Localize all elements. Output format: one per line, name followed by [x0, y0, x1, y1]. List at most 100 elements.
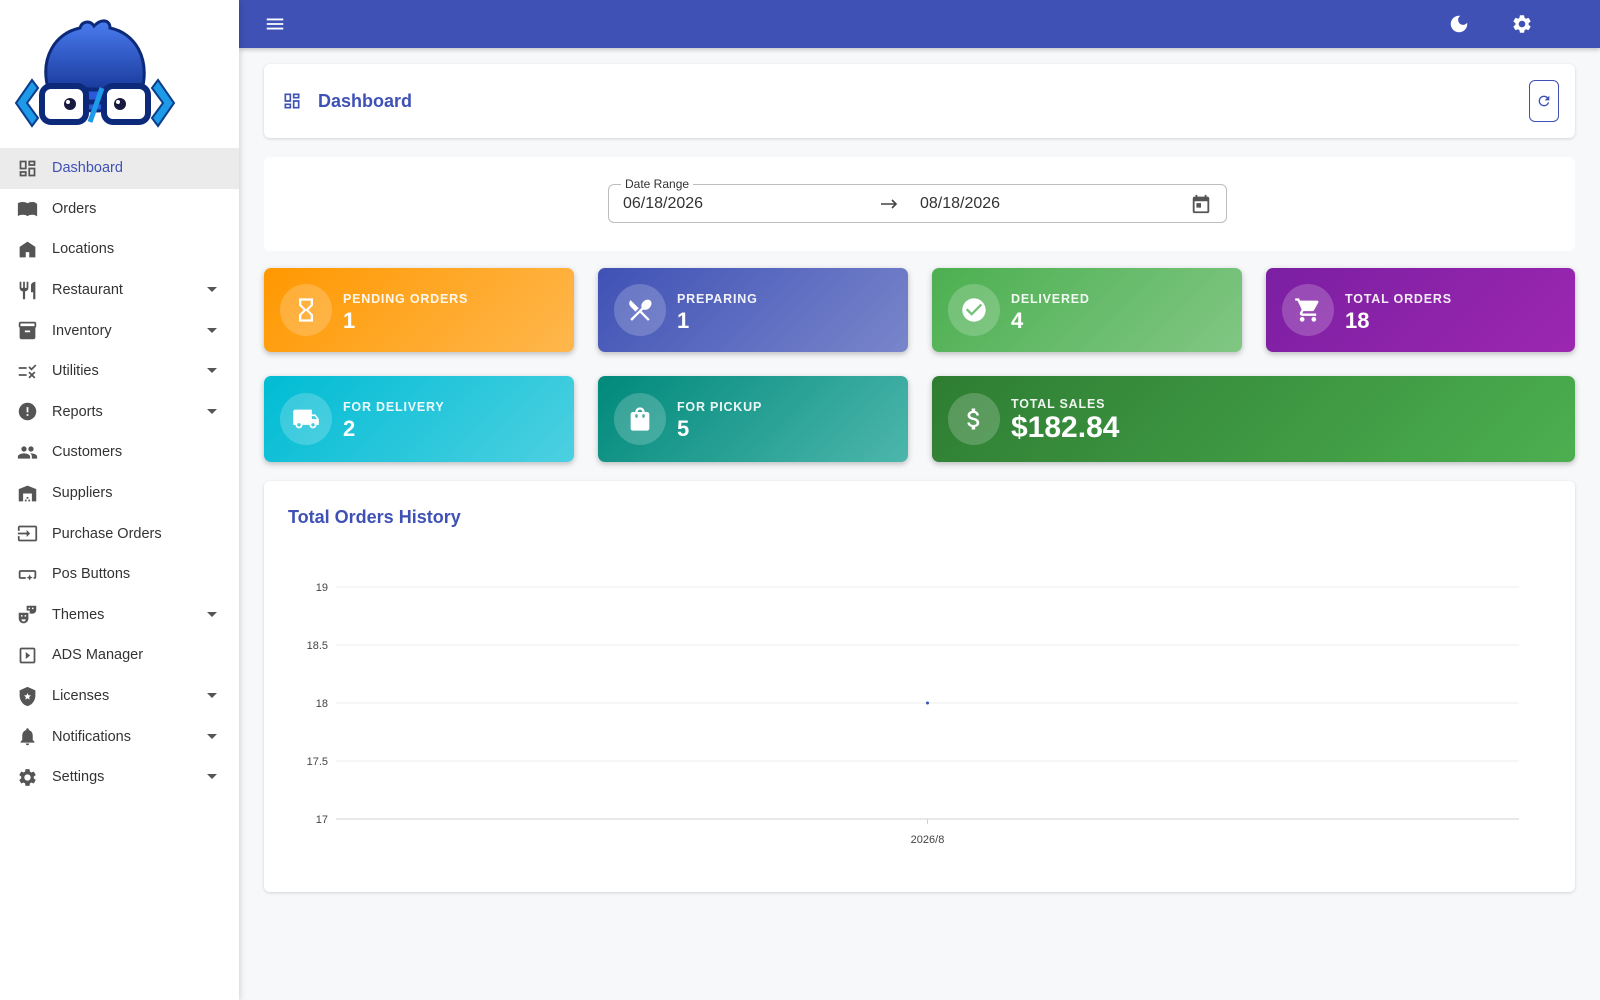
y-tick-label: 17 [316, 814, 328, 826]
dashboard-icon [282, 90, 304, 112]
stat-value: 18 [1345, 308, 1370, 333]
chart-data-point[interactable] [926, 701, 929, 705]
refresh-button[interactable] [1529, 80, 1559, 122]
sidebar-item-utilities[interactable]: Utilities [0, 351, 239, 392]
restaurant-icon [16, 279, 38, 301]
slideshow-icon [16, 644, 38, 666]
date-range-picker[interactable]: Date Range 06/18/2026 08/18/2026 [608, 177, 1227, 223]
rule-icon [16, 360, 38, 382]
end-date-input[interactable]: 08/18/2026 [920, 195, 1000, 213]
sidebar-item-notifications[interactable]: Notifications [0, 716, 239, 757]
check-circle-icon [948, 284, 1000, 336]
inventory-icon [16, 320, 38, 342]
sidebar-item-pos-buttons[interactable]: Pos Buttons [0, 554, 239, 595]
hamburger-menu-icon[interactable] [263, 12, 287, 36]
sidebar-item-ads-manager[interactable]: ADS Manager [0, 635, 239, 676]
warehouse-icon [16, 482, 38, 504]
sidebar-item-orders[interactable]: Orders [0, 189, 239, 230]
mascot-logo-icon [14, 19, 176, 128]
chevron-down-icon[interactable] [207, 287, 217, 293]
start-date-input[interactable]: 06/18/2026 [623, 195, 703, 213]
smart-button-icon [16, 563, 38, 585]
sidebar-item-label: Pos Buttons [52, 566, 131, 583]
y-tick-label: 18.5 [307, 640, 328, 652]
hourglass-icon [280, 284, 332, 336]
sidebar-item-label: Purchase Orders [52, 525, 162, 542]
truck-icon [280, 393, 332, 445]
theater-masks-icon [16, 604, 38, 626]
chevron-down-icon[interactable] [207, 368, 217, 374]
dashboard-icon [16, 157, 38, 179]
stat-label: Total Sales [1011, 397, 1106, 411]
sidebar-item-inventory[interactable]: Inventory [0, 310, 239, 351]
calendar-icon[interactable] [1190, 193, 1212, 215]
sidebar-item-themes[interactable]: Themes [0, 595, 239, 636]
sidebar-item-customers[interactable]: Customers [0, 432, 239, 473]
chevron-down-icon[interactable] [207, 693, 217, 699]
sidebar-item-dashboard[interactable]: Dashboard [0, 148, 239, 189]
sidebar-item-label: Dashboard [52, 160, 123, 177]
stat-card-total-sales[interactable]: Total Sales $182.84 [932, 376, 1575, 462]
sidebar-item-label: Licenses [52, 688, 110, 705]
app-logo[interactable] [0, 0, 239, 148]
sidebar-item-label: Restaurant [52, 282, 123, 299]
stat-value: $182.84 [1011, 411, 1120, 444]
page-title: Dashboard [318, 90, 413, 111]
stat-label: For Delivery [343, 400, 445, 414]
main-content: Dashboard Date Range 06/18/2026 08/18/20… [239, 48, 1600, 1000]
stat-value: 1 [343, 308, 356, 333]
store-icon [16, 238, 38, 260]
sidebar-item-label: Reports [52, 403, 103, 420]
sidebar-item-reports[interactable]: Reports [0, 392, 239, 433]
sidebar-item-label: Locations [52, 241, 115, 258]
chevron-down-icon[interactable] [207, 611, 217, 617]
sidebar-item-settings[interactable]: Settings [0, 757, 239, 798]
cart-icon [1282, 284, 1334, 336]
stat-card-delivered[interactable]: Delivered 4 [932, 268, 1242, 352]
stat-label: Delivered [1011, 292, 1090, 306]
chevron-down-icon[interactable] [207, 733, 217, 739]
stat-card-preparing[interactable]: Preparing 1 [598, 268, 908, 352]
stat-label: Total Orders [1345, 292, 1452, 306]
stat-value: 5 [677, 416, 690, 441]
stat-card-for-pickup[interactable]: For Pickup 5 [598, 376, 908, 462]
stat-value: 4 [1011, 308, 1024, 333]
top-app-bar [239, 0, 1600, 48]
utensils-crossed-icon [614, 284, 666, 336]
stat-card-pending-orders[interactable]: Pending Orders 1 [264, 268, 574, 352]
sidebar-item-label: Settings [52, 769, 105, 786]
sidebar-nav: Dashboard Orders Locations Restaurant In… [0, 148, 239, 798]
moon-icon[interactable] [1447, 12, 1471, 36]
orders-history-chart: 19 18.5 18 17.5 17 2026/8 [307, 582, 1519, 846]
y-tick-label: 19 [316, 582, 328, 594]
stat-value: 2 [343, 416, 356, 441]
arrow-right-icon [880, 196, 900, 212]
orders-history-chart-card: Total Orders History 19 18.5 18 17.5 17 2026/… [264, 481, 1575, 892]
sidebar-item-locations[interactable]: Locations [0, 229, 239, 270]
chevron-down-icon[interactable] [207, 774, 217, 780]
date-range-card: Date Range 06/18/2026 08/18/2026 [264, 157, 1575, 251]
stat-label: For Pickup [677, 400, 763, 414]
stat-label: Preparing [677, 292, 758, 306]
menu-book-icon [16, 198, 38, 220]
refresh-icon [1536, 93, 1552, 109]
stat-card-total-orders[interactable]: Total Orders 18 [1266, 268, 1575, 352]
y-tick-label: 18 [316, 698, 328, 710]
input-icon [16, 523, 38, 545]
sidebar-item-label: Customers [52, 444, 123, 461]
page-header-card: Dashboard [264, 64, 1575, 138]
sidebar-item-label: Utilities [52, 363, 99, 380]
sidebar-item-restaurant[interactable]: Restaurant [0, 270, 239, 311]
stat-card-for-delivery[interactable]: For Delivery 2 [264, 376, 574, 462]
sidebar-item-label: ADS Manager [52, 647, 144, 664]
sidebar-item-label: Orders [52, 200, 97, 217]
chevron-down-icon[interactable] [207, 408, 217, 414]
report-icon [16, 401, 38, 423]
sidebar-item-suppliers[interactable]: Suppliers [0, 473, 239, 514]
stat-value: 1 [677, 308, 690, 333]
sidebar-item-licenses[interactable]: Licenses [0, 676, 239, 717]
gear-icon[interactable] [1510, 12, 1534, 36]
chevron-down-icon[interactable] [207, 327, 217, 333]
date-range-label: Date Range [621, 177, 694, 191]
sidebar-item-purchase-orders[interactable]: Purchase Orders [0, 513, 239, 554]
